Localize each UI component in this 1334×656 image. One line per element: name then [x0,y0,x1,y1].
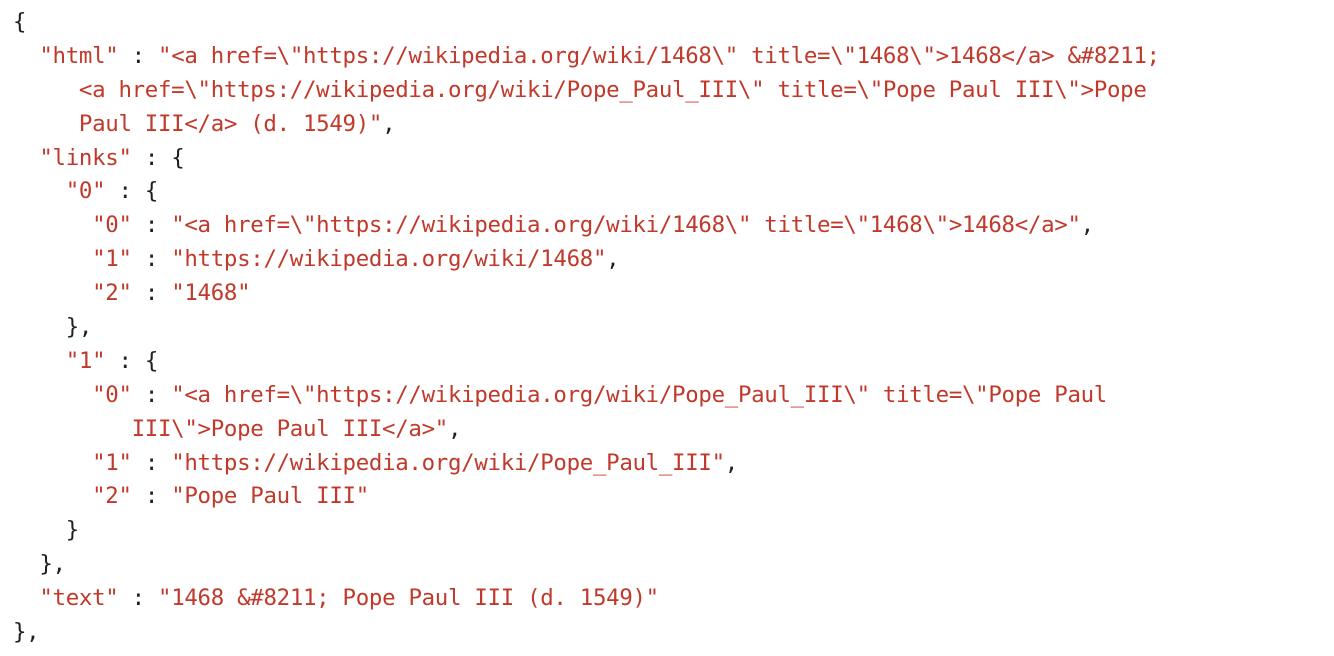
json-line: "text" : "1468 &#8211; Pope Paul III (d.… [13,582,1334,616]
json-line: "0" : "<a href=\"https://wikipedia.org/w… [13,209,1334,243]
json-string-value: "https://wikipedia.org/wiki/1468" [171,246,607,273]
json-punctuation: { [171,144,185,171]
json-key: "html" [39,42,119,69]
json-string-value: "Pope Paul III" [171,483,369,510]
json-key: "links" [39,144,132,171]
json-line: <a href=\"https://wikipedia.org/wiki/Pop… [13,74,1334,108]
json-line: "2" : "1468" [13,277,1334,311]
json-string-value: Paul III</a> (d. 1549)" [78,110,383,137]
json-punctuation: , [382,110,396,137]
json-key: "0" [65,178,106,205]
json-string-value: "1468 &#8211; Pope Paul III (d. 1549)" [158,585,659,612]
json-punctuation: , [606,246,620,273]
json-punctuation: , [1080,212,1094,239]
json-line: "2" : "Pope Paul III" [13,480,1334,514]
json-key: "text" [39,585,119,612]
json-string-value: "<a href=\"https://wikipedia.org/wiki/Po… [171,381,1107,408]
json-separator: : [131,381,172,408]
json-string-value: "1468" [171,280,251,307]
json-punctuation: , [447,415,462,442]
json-line: "1" : "https://wikipedia.org/wiki/1468", [13,243,1334,277]
json-line: "1" : "https://wikipedia.org/wiki/Pope_P… [13,447,1334,481]
json-separator: : [131,246,172,273]
json-separator: : [105,178,145,205]
json-line: } [13,514,1334,548]
json-key: "1" [92,449,132,476]
json-line: "1" : { [13,345,1334,379]
json-viewer: { "html" : "<a href=\"https://wikipedia.… [13,6,1334,650]
json-separator: : [131,212,172,239]
json-separator: : [131,144,172,171]
json-separator: : [131,483,172,510]
json-separator: : [105,347,145,374]
json-line: "html" : "<a href=\"https://wikipedia.or… [13,40,1334,74]
json-punctuation: }, [13,619,40,646]
json-punctuation: }, [39,551,66,578]
json-line: }, [13,311,1334,345]
json-line: }, [13,616,1334,650]
json-line: { [13,6,1334,40]
json-line: "links" : { [13,142,1334,176]
json-separator: : [118,585,159,612]
json-key: "0" [92,381,132,408]
json-separator: : [131,280,172,307]
json-line: "0" : "<a href=\"https://wikipedia.org/w… [13,379,1334,413]
json-punctuation: , [724,449,738,476]
json-key: "0" [92,212,132,239]
json-string-value: III\">Pope Paul III</a>" [131,415,449,442]
json-punctuation: }, [65,314,93,341]
json-line: III\">Pope Paul III</a>", [13,413,1334,447]
json-key: "2" [92,280,132,307]
json-key: "1" [92,246,132,273]
json-string-value: <a href=\"https://wikipedia.org/wiki/Pop… [78,76,1147,103]
json-separator: : [118,42,159,69]
json-separator: : [131,449,172,476]
json-line: "0" : { [13,175,1334,209]
json-string-value: "<a href=\"https://wikipedia.org/wiki/14… [171,212,1081,239]
json-string-value: "<a href=\"https://wikipedia.org/wiki/14… [158,42,1160,69]
json-punctuation: } [65,517,79,544]
json-punctuation: { [144,347,159,374]
json-key: "2" [92,483,132,510]
json-line: }, [13,548,1334,582]
json-line: Paul III</a> (d. 1549)", [13,108,1334,142]
json-key: "1" [65,347,106,374]
json-punctuation: { [144,178,159,205]
json-string-value: "https://wikipedia.org/wiki/Pope_Paul_II… [171,449,725,476]
json-punctuation: { [13,9,27,35]
